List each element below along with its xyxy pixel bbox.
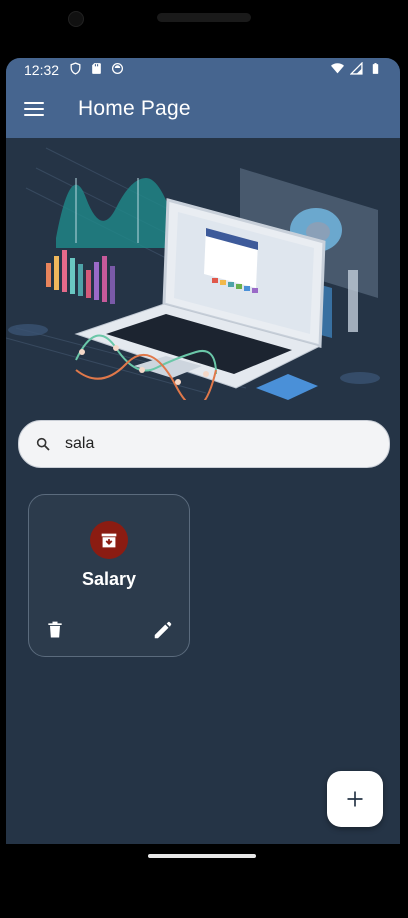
search-icon: [36, 437, 50, 451]
system-navigation-bar: [0, 844, 408, 918]
edit-icon[interactable]: [152, 619, 174, 641]
card-avatar: [90, 521, 128, 559]
category-card[interactable]: Salary: [28, 494, 190, 657]
search-input[interactable]: [65, 433, 365, 455]
phone-bezel-top: [0, 0, 408, 60]
delete-icon[interactable]: [45, 619, 65, 641]
app-bar: Home Page: [6, 82, 400, 138]
wifi-icon: [331, 63, 344, 74]
add-icon: [347, 791, 363, 807]
page-title: Home Page: [78, 97, 191, 120]
battery-icon: [372, 63, 379, 74]
hamburger-menu-icon[interactable]: [22, 98, 46, 122]
sd-card-icon: [92, 63, 101, 74]
card-title: Salary: [81, 569, 137, 589]
status-left-icons: [69, 62, 124, 75]
search-bar[interactable]: [18, 420, 390, 468]
shield-icon: [70, 62, 81, 75]
home-gesture-bar[interactable]: [148, 854, 256, 858]
status-time: 12:32: [24, 62, 60, 78]
app-screen: 12:32 Home Page sala Salary: [6, 58, 400, 844]
archive-icon: [101, 533, 117, 548]
status-right-icons: [331, 62, 382, 75]
earpiece-speaker: [157, 13, 251, 22]
status-bar: 12:32: [6, 58, 400, 82]
signal-icon: [350, 62, 363, 75]
front-camera: [68, 11, 84, 27]
laptop-analytics-illustration: [6, 147, 380, 400]
android-icon: [111, 62, 124, 75]
add-button[interactable]: [327, 771, 383, 827]
